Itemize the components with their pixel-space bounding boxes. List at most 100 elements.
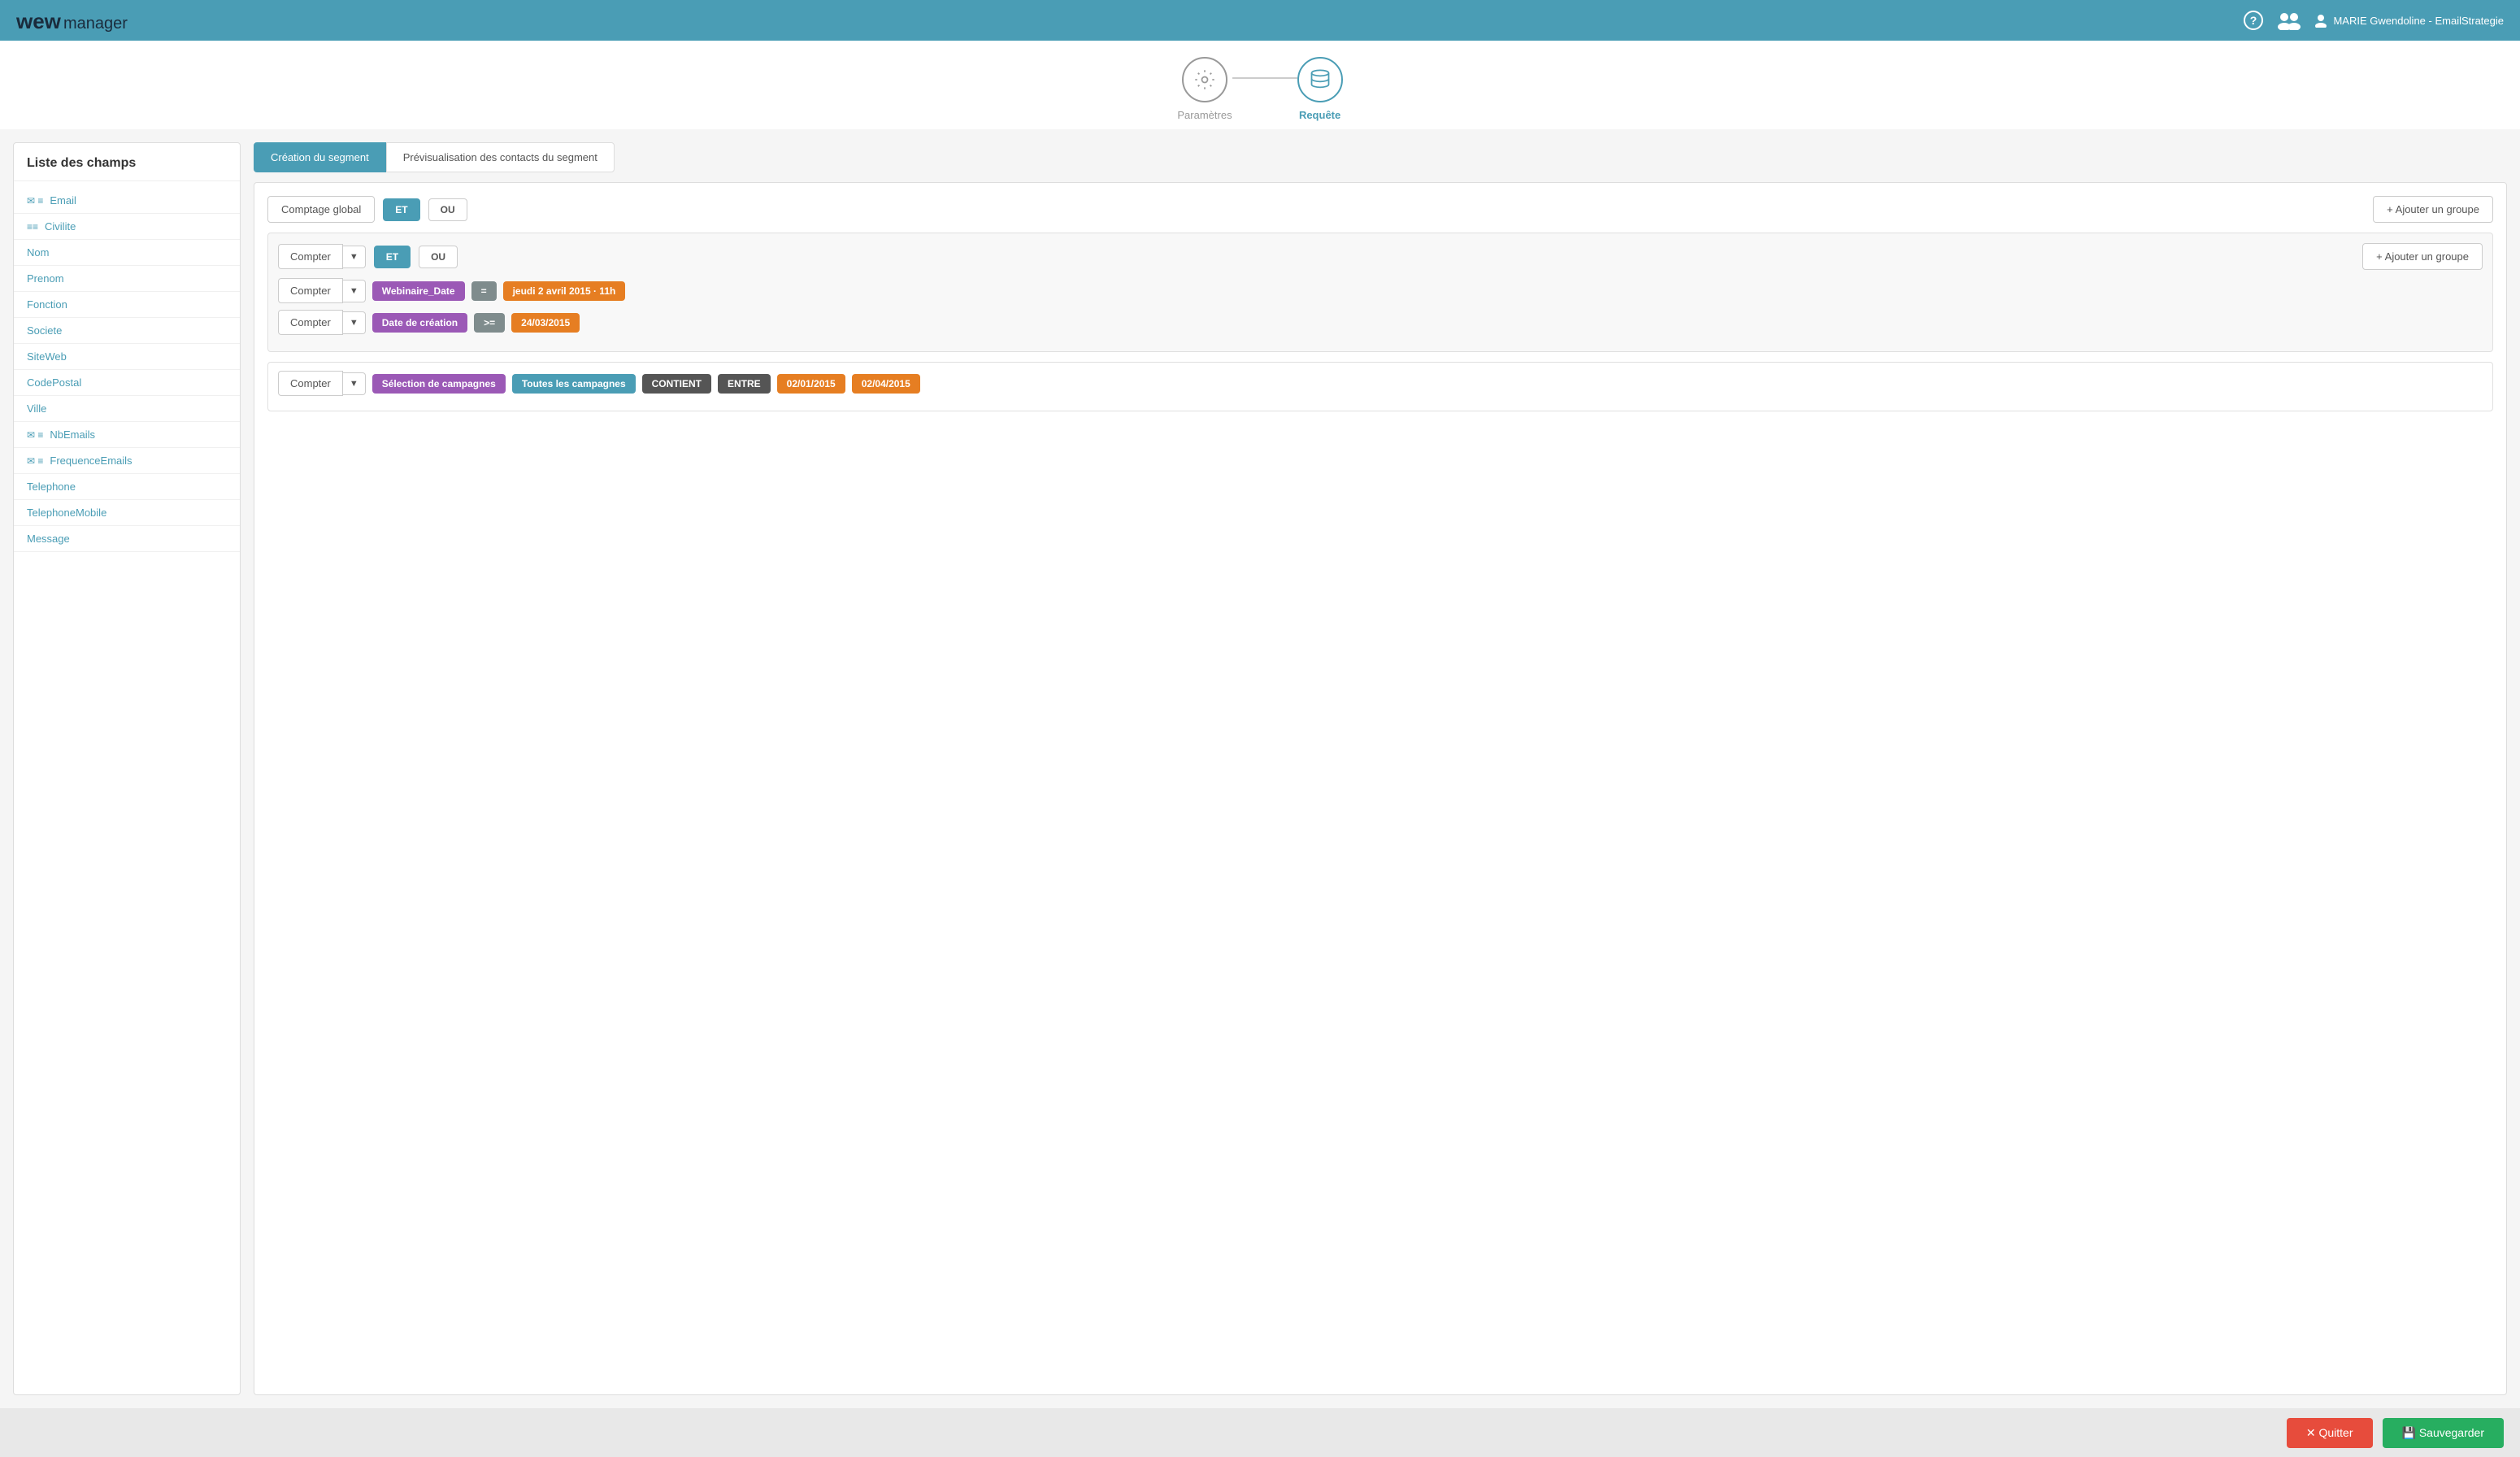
footer: ✕ Quitter 💾 Sauvegarder xyxy=(0,1408,2520,1457)
group1-compter-main[interactable]: Compter xyxy=(278,244,343,269)
group1-ou-button[interactable]: OU xyxy=(419,246,458,268)
sidebar-item-message-label: Message xyxy=(27,533,70,545)
cond1-compter-btn: Compter ▼ xyxy=(278,278,366,303)
standalone-compter-btn: Compter ▼ xyxy=(278,371,366,396)
wizard-step-requete[interactable]: Requête xyxy=(1297,57,1343,121)
standalone-field-tag: Sélection de campagnes xyxy=(372,374,506,394)
wizard-circle-requete xyxy=(1297,57,1343,102)
sidebar-item-ville[interactable]: Ville xyxy=(14,396,240,422)
cond2-operator-tag: >= xyxy=(474,313,505,333)
group1-compter-dropdown[interactable]: ▼ xyxy=(343,246,366,268)
sidebar-item-email[interactable]: ✉ ≡ Email xyxy=(14,188,240,214)
standalone-value-tag5: 02/04/2015 xyxy=(852,374,920,394)
tab-creation-segment[interactable]: Création du segment xyxy=(254,142,386,172)
condition-row-1: Compter ▼ Webinaire_Date = jeudi 2 avril… xyxy=(278,278,2483,303)
global-count-row: Comptage global ET OU + Ajouter un group… xyxy=(267,196,2493,223)
group-1: Compter ▼ ET OU + Ajouter un groupe Comp… xyxy=(267,233,2493,352)
sidebar-item-email-label: Email xyxy=(50,194,76,207)
sidebar-title: Liste des champs xyxy=(14,156,240,181)
sidebar-item-codepostal-label: CodePostal xyxy=(27,376,81,389)
sidebar-item-civilite[interactable]: ≡≡ Civilite xyxy=(14,214,240,240)
cond1-compter-main[interactable]: Compter xyxy=(278,278,343,303)
sidebar-item-civilite-label: Civilite xyxy=(45,220,76,233)
tab-previsualisation[interactable]: Prévisualisation des contacts du segment xyxy=(386,142,615,172)
group-1-header: Compter ▼ ET OU + Ajouter un groupe xyxy=(278,243,2483,270)
user-info: MARIE Gwendoline - EmailStrategie xyxy=(2314,13,2504,28)
wizard-label-requete: Requête xyxy=(1299,109,1340,121)
sidebar-item-telephonemobile-label: TelephoneMobile xyxy=(27,507,106,519)
standalone-compter-main[interactable]: Compter xyxy=(278,371,343,396)
logo: wew manager xyxy=(16,6,130,35)
standalone-value-tag3: ENTRE xyxy=(718,374,771,394)
standalone-value-tag2: CONTIENT xyxy=(642,374,711,394)
help-icon[interactable]: ? xyxy=(2242,9,2265,32)
svg-text:wew: wew xyxy=(16,9,62,33)
cond2-value-tag: 24/03/2015 xyxy=(511,313,580,333)
standalone-condition: Compter ▼ Sélection de campagnes Toutes … xyxy=(267,362,2493,411)
wizard: Paramètres Requête xyxy=(0,41,2520,129)
frequenceemails-field-icon: ✉ ≡ xyxy=(27,455,43,467)
sidebar-item-prenom[interactable]: Prenom xyxy=(14,266,240,292)
cond2-compter-dropdown[interactable]: ▼ xyxy=(343,311,366,334)
group1-add-group-button[interactable]: + Ajouter un groupe xyxy=(2362,243,2483,270)
svg-text:?: ? xyxy=(2250,14,2257,27)
users-icon[interactable] xyxy=(2278,9,2301,32)
sidebar-item-nbemails-label: NbEmails xyxy=(50,428,95,441)
right-panel: Création du segment Prévisualisation des… xyxy=(254,142,2507,1395)
sidebar-item-telephonemobile[interactable]: TelephoneMobile xyxy=(14,500,240,526)
sidebar-item-prenom-label: Prenom xyxy=(27,272,64,285)
sidebar-item-fonction[interactable]: Fonction xyxy=(14,292,240,318)
global-add-group-button[interactable]: + Ajouter un groupe xyxy=(2373,196,2493,223)
sidebar-item-frequenceemails-label: FrequenceEmails xyxy=(50,454,132,467)
cond2-compter-btn: Compter ▼ xyxy=(278,310,366,335)
sidebar-item-siteweb[interactable]: SiteWeb xyxy=(14,344,240,370)
standalone-value-tag1: Toutes les campagnes xyxy=(512,374,636,394)
sidebar-item-siteweb-label: SiteWeb xyxy=(27,350,67,363)
header: wew manager ? xyxy=(0,0,2520,41)
sidebar-item-nom[interactable]: Nom xyxy=(14,240,240,266)
sidebar-item-ville-label: Ville xyxy=(27,402,46,415)
wizard-circle-parametres xyxy=(1182,57,1227,102)
sidebar-item-societe[interactable]: Societe xyxy=(14,318,240,344)
sidebar-item-message[interactable]: Message xyxy=(14,526,240,552)
user-avatar-icon xyxy=(2314,13,2328,28)
sidebar: Liste des champs ✉ ≡ Email ≡≡ Civilite N… xyxy=(13,142,241,1395)
cond1-field-tag: Webinaire_Date xyxy=(372,281,465,301)
header-right: ? MARIE Gwendoline - EmailStrategie xyxy=(2242,9,2504,32)
logo-svg: wew manager xyxy=(16,6,130,35)
standalone-compter-dropdown[interactable]: ▼ xyxy=(343,372,366,395)
sidebar-item-codepostal[interactable]: CodePostal xyxy=(14,370,240,396)
content-area: Comptage global ET OU + Ajouter un group… xyxy=(254,182,2507,1395)
condition-row-2: Compter ▼ Date de création >= 24/03/2015 xyxy=(278,310,2483,335)
cond1-compter-dropdown[interactable]: ▼ xyxy=(343,280,366,302)
standalone-condition-row: Compter ▼ Sélection de campagnes Toutes … xyxy=(278,371,2483,396)
global-et-button[interactable]: ET xyxy=(383,198,419,221)
sidebar-item-telephone[interactable]: Telephone xyxy=(14,474,240,500)
sidebar-item-nbemails[interactable]: ✉ ≡ NbEmails xyxy=(14,422,240,448)
svg-text:manager: manager xyxy=(63,15,128,33)
user-name-label: MARIE Gwendoline - EmailStrategie xyxy=(2333,15,2504,27)
sidebar-item-frequenceemails[interactable]: ✉ ≡ FrequenceEmails xyxy=(14,448,240,474)
sidebar-item-telephone-label: Telephone xyxy=(27,481,76,493)
save-button[interactable]: 💾 Sauvegarder xyxy=(2383,1418,2505,1448)
cond2-compter-main[interactable]: Compter xyxy=(278,310,343,335)
sidebar-item-fonction-label: Fonction xyxy=(27,298,67,311)
standalone-value-tag4: 02/01/2015 xyxy=(777,374,845,394)
group1-et-button[interactable]: ET xyxy=(374,246,411,268)
sidebar-item-nom-label: Nom xyxy=(27,246,49,259)
civilite-field-icon: ≡≡ xyxy=(27,221,38,233)
cond2-field-tag: Date de création xyxy=(372,313,467,333)
comptage-global-button[interactable]: Comptage global xyxy=(267,196,375,223)
sidebar-item-societe-label: Societe xyxy=(27,324,62,337)
cond1-value-tag: jeudi 2 avril 2015 · 11h xyxy=(503,281,626,301)
tabs: Création du segment Prévisualisation des… xyxy=(254,142,2507,172)
group1-compter-btn: Compter ▼ xyxy=(278,244,366,269)
wizard-label-parametres: Paramètres xyxy=(1177,109,1232,121)
quit-button[interactable]: ✕ Quitter xyxy=(2287,1418,2373,1448)
global-ou-button[interactable]: OU xyxy=(428,198,467,221)
wizard-step-parametres[interactable]: Paramètres xyxy=(1177,57,1232,121)
cond1-operator-tag: = xyxy=(471,281,497,301)
main-content: Liste des champs ✉ ≡ Email ≡≡ Civilite N… xyxy=(0,129,2520,1408)
email-field-icon: ✉ ≡ xyxy=(27,195,43,207)
nbemails-field-icon: ✉ ≡ xyxy=(27,429,43,441)
